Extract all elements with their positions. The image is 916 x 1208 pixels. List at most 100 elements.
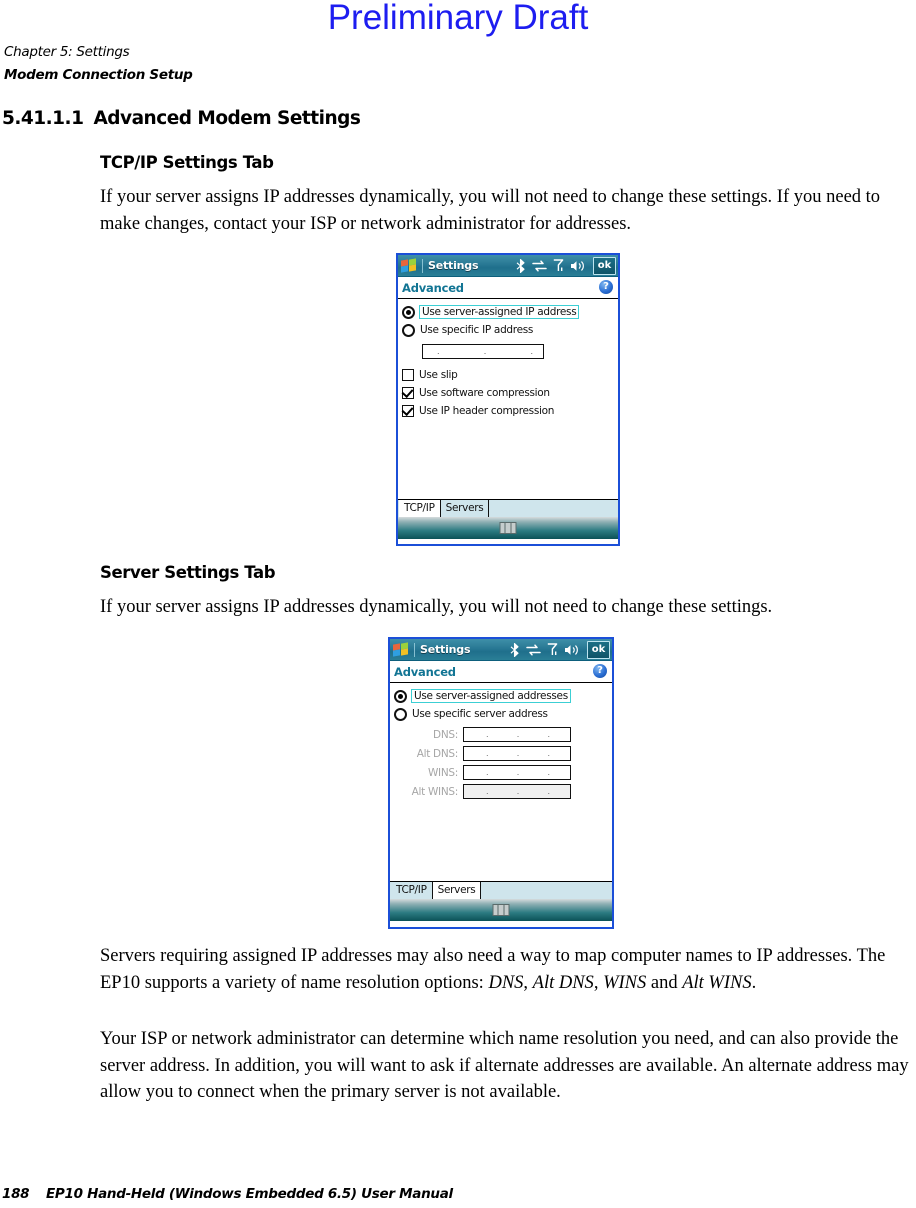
subheading-tcpip-settings-tab: TCP/IP Settings Tab xyxy=(100,153,274,172)
radio-specific-ip[interactable] xyxy=(402,323,415,337)
field-input-dns[interactable]: ... xyxy=(463,727,571,742)
device-title-text: Settings xyxy=(428,259,479,272)
checkbox-label-use-slip[interactable]: Use slip xyxy=(419,369,458,381)
tab-servers[interactable]: Servers xyxy=(432,882,482,899)
ip-octet-separators: ... xyxy=(486,749,550,758)
ip-octet-separators: ... xyxy=(486,787,550,796)
p3-text-e: . xyxy=(751,972,757,993)
checkbox-row-use-slip[interactable]: Use slip xyxy=(398,366,618,384)
radio-label-server-assigned-addresses[interactable]: Use server-assigned addresses xyxy=(411,689,571,703)
keyboard-icon[interactable] xyxy=(499,522,517,534)
device-screenshot-servers: Settings ok Advanced ? Use server-assign… xyxy=(388,637,614,929)
device-sip-bar xyxy=(390,899,612,921)
p3-text-d: and xyxy=(646,972,683,993)
field-label-alt-dns: Alt DNS: xyxy=(416,747,459,760)
radio-label-server-assigned-ip[interactable]: Use server-assigned IP address xyxy=(418,305,580,319)
device-tab-strip-tcpip: TCP/IP Servers xyxy=(398,499,618,517)
field-input-alt-dns[interactable]: ... xyxy=(463,746,571,761)
field-input-alt-wins[interactable]: ... xyxy=(463,784,571,799)
device-body-servers: Use server-assigned addresses Use specif… xyxy=(390,683,612,881)
device-subtitle-text: Advanced xyxy=(402,280,464,295)
field-label-alt-wins: Alt WINS: xyxy=(411,785,459,798)
checkbox-ip-header-compression[interactable] xyxy=(402,405,414,417)
running-header-section: Modem Connection Setup xyxy=(4,67,193,83)
ip-octet-separators: ... xyxy=(486,730,550,739)
p3-text-c: , xyxy=(593,972,604,993)
section-heading: 5.41.1.1 Advanced Modem Settings xyxy=(2,108,361,129)
radio-row-specific-ip[interactable]: Use specific IP address xyxy=(398,321,618,339)
device-tab-strip-servers: TCP/IP Servers xyxy=(390,881,612,899)
p3-term-alt-wins: Alt WINS xyxy=(682,972,752,993)
windows-flag-icon xyxy=(392,642,411,657)
section-title: Advanced Modem Settings xyxy=(93,108,361,129)
ip-octet-separators: ... xyxy=(486,768,550,777)
field-row-alt-wins[interactable]: Alt WINS: ... xyxy=(390,784,612,799)
p3-term-wins: WINS xyxy=(603,972,647,993)
paragraph-tcpip-intro: If your server assigns IP addresses dyna… xyxy=(100,187,881,234)
device-body-tcpip: Use server-assigned IP address Use speci… xyxy=(398,299,618,499)
radio-server-assigned-addresses[interactable] xyxy=(394,689,407,703)
title-separator xyxy=(414,642,415,657)
running-header-chapter: Chapter 5: Settings xyxy=(4,44,130,60)
radio-label-specific-ip[interactable]: Use specific IP address xyxy=(420,324,533,336)
device-status-tray: ok xyxy=(509,639,610,660)
radio-server-assigned-ip[interactable] xyxy=(402,305,415,319)
subheading-server-settings-tab: Server Settings Tab xyxy=(100,563,276,582)
p3-term-alt-dns: Alt DNS xyxy=(532,972,594,993)
ip-octet-separators: ... xyxy=(437,347,533,356)
field-row-dns[interactable]: DNS: ... xyxy=(390,727,612,742)
device-status-tray: ok xyxy=(515,255,616,276)
checkbox-row-software-compression[interactable]: Use software compression xyxy=(398,384,618,402)
help-icon[interactable]: ? xyxy=(593,664,607,678)
device-title-text: Settings xyxy=(420,643,471,656)
checkbox-label-ip-header-compression[interactable]: Use IP header compression xyxy=(419,405,554,417)
windows-flag-icon xyxy=(400,258,419,273)
paragraph-name-resolution: Servers requiring assigned IP addresses … xyxy=(100,943,916,996)
device-screenshot-tcpip: Settings ok Advanced ? Use server-assign… xyxy=(396,253,620,546)
page-footer: 188 EP10 Hand-Held (Windows Embedded 6.5)… xyxy=(2,1186,453,1202)
signal-icon[interactable] xyxy=(547,642,558,657)
radio-row-specific-server-address[interactable]: Use specific server address xyxy=(390,705,612,723)
field-label-dns: DNS: xyxy=(433,728,458,741)
footer-manual-title: EP10 Hand-Held (Windows Embedded 6.5) Us… xyxy=(46,1186,453,1202)
checkbox-software-compression[interactable] xyxy=(402,387,414,399)
ok-button[interactable]: ok xyxy=(587,640,610,659)
volume-icon[interactable] xyxy=(570,260,585,272)
field-label-wins: WINS: xyxy=(427,766,458,779)
field-row-wins[interactable]: WINS: ... xyxy=(390,765,612,780)
volume-icon[interactable] xyxy=(564,644,579,656)
tab-servers[interactable]: Servers xyxy=(440,500,490,517)
ok-button[interactable]: ok xyxy=(593,256,616,275)
device-title-bar: Settings ok xyxy=(398,255,618,277)
ip-address-input[interactable]: ... xyxy=(422,344,544,359)
radio-row-server-assigned-addresses[interactable]: Use server-assigned addresses xyxy=(390,687,612,705)
title-separator xyxy=(422,258,423,273)
device-sip-bar xyxy=(398,517,618,539)
checkbox-row-ip-header-compression[interactable]: Use IP header compression xyxy=(398,402,618,420)
device-subtitle-text: Advanced xyxy=(394,664,456,679)
connectivity-icon[interactable] xyxy=(532,259,547,272)
tab-tcpip[interactable]: TCP/IP xyxy=(391,882,433,899)
signal-icon[interactable] xyxy=(553,258,564,273)
device-title-bar: Settings ok xyxy=(390,639,612,661)
preliminary-draft-watermark: Preliminary Draft xyxy=(327,0,589,37)
radio-label-specific-server-address[interactable]: Use specific server address xyxy=(412,708,548,720)
paragraph-server-intro: If your server assigns IP addresses dyna… xyxy=(100,597,773,617)
field-input-wins[interactable]: ... xyxy=(463,765,571,780)
connectivity-icon[interactable] xyxy=(526,643,541,656)
paragraph-isp-advice: Your ISP or network administrator can de… xyxy=(100,1029,909,1102)
keyboard-icon[interactable] xyxy=(492,904,510,916)
checkbox-label-software-compression[interactable]: Use software compression xyxy=(419,387,550,399)
radio-row-server-assigned-ip[interactable]: Use server-assigned IP address xyxy=(398,303,618,321)
checkbox-use-slip[interactable] xyxy=(402,369,414,381)
field-row-alt-dns[interactable]: Alt DNS: ... xyxy=(390,746,612,761)
tab-tcpip[interactable]: TCP/IP xyxy=(399,500,441,517)
bluetooth-icon[interactable] xyxy=(509,642,520,657)
footer-page-number: 188 xyxy=(2,1186,30,1202)
help-icon[interactable]: ? xyxy=(599,280,613,294)
radio-specific-server-address[interactable] xyxy=(394,707,407,721)
p3-term-dns: DNS xyxy=(488,972,524,993)
device-subtitle-bar: Advanced ? xyxy=(398,277,618,299)
bluetooth-icon[interactable] xyxy=(515,258,526,273)
section-number: 5.41.1.1 xyxy=(2,108,84,129)
